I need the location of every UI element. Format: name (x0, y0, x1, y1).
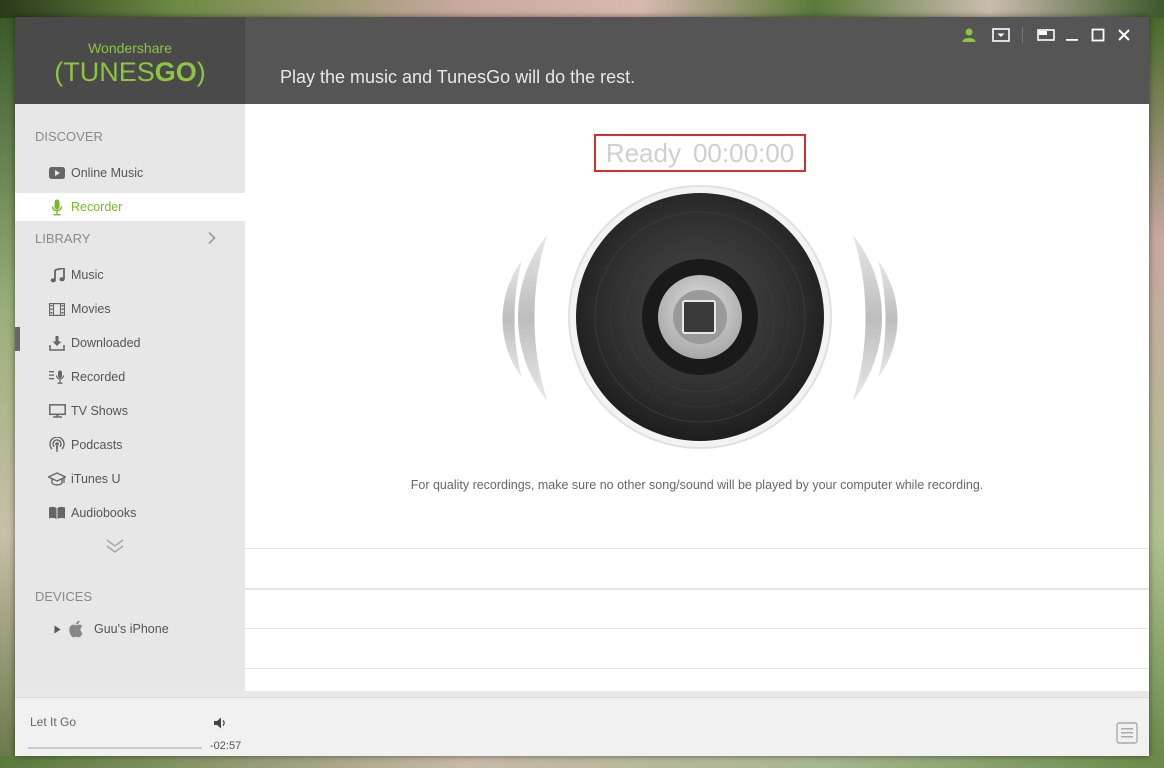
music-note-icon (48, 267, 66, 283)
sidebar-item-downloaded[interactable]: Downloaded (15, 329, 245, 357)
control-separator (1022, 27, 1023, 43)
desktop-wallpaper-bottom (0, 756, 1164, 768)
player-bar: Let It Go -02:57 (15, 697, 1149, 756)
tunesgo-window: Wondershare (TUNESGO) Play the music and… (15, 17, 1149, 756)
recorded-icon (48, 369, 66, 385)
remaining-time: -02:57 (210, 740, 242, 752)
dropdown-icon[interactable] (990, 25, 1012, 45)
section-devices: DEVICES (35, 589, 93, 604)
sidebar-scroll-marker (15, 327, 20, 351)
recorder-panel: Ready 00:00:00 For quality recordings, m… (245, 104, 1149, 691)
graduation-cap-icon (48, 471, 66, 487)
recording-hint: For quality recordings, make sure no oth… (410, 478, 984, 492)
section-library: LIBRARY (35, 231, 91, 246)
header-bar (245, 17, 1149, 104)
sidebar-item-label: Podcasts (71, 438, 123, 452)
sidebar-item-recorded[interactable]: Recorded (15, 363, 245, 391)
logo-panel: Wondershare (TUNESGO) (15, 17, 245, 104)
podcast-icon (48, 437, 66, 453)
stop-record-button[interactable] (682, 300, 716, 334)
sound-wave-right-outer (852, 234, 882, 402)
sidebar-item-audiobooks[interactable]: Audiobooks (15, 499, 245, 527)
close-icon[interactable] (1113, 25, 1135, 45)
volume-icon[interactable] (213, 715, 229, 729)
film-icon (48, 301, 66, 317)
list-divider (245, 668, 1149, 669)
sidebar-item-online-music[interactable]: Online Music (15, 159, 245, 187)
desktop-wallpaper-left (0, 18, 15, 756)
sidebar: DISCOVER Online Music Recorder LIBRARY M… (15, 104, 245, 691)
expand-arrow-icon[interactable] (54, 624, 62, 634)
desktop-wallpaper-top (0, 0, 1164, 18)
sidebar-item-label: iTunes U (71, 472, 121, 486)
tagline: Play the music and TunesGo will do the r… (280, 67, 636, 87)
book-icon (48, 505, 66, 521)
microphone-icon (48, 199, 66, 215)
mini-mode-icon[interactable] (1035, 25, 1057, 45)
sidebar-item-label: Recorder (71, 200, 123, 214)
desktop-wallpaper-right (1149, 18, 1164, 756)
sound-wave-left-outer (518, 234, 548, 402)
sidebar-item-label: Recorded (71, 370, 126, 384)
sidebar-item-itunes-u[interactable]: iTunes U (15, 465, 245, 493)
download-icon (48, 335, 66, 351)
list-divider (245, 548, 1149, 549)
list-divider (245, 628, 1149, 629)
youtube-icon (48, 165, 66, 181)
minimize-icon[interactable] (1061, 25, 1083, 45)
device-label: Guu's iPhone (94, 622, 169, 636)
brand-logo: (TUNESGO) (54, 57, 206, 87)
status-text: Ready (605, 137, 681, 168)
sidebar-item-recorder[interactable]: Recorder (15, 193, 245, 221)
sidebar-item-tv-shows[interactable]: TV Shows (15, 397, 245, 425)
maximize-icon[interactable] (1087, 25, 1109, 45)
sidebar-item-label: Downloaded (71, 336, 141, 350)
show-more-icon[interactable] (105, 538, 125, 554)
sidebar-item-label: Online Music (71, 166, 144, 180)
user-icon[interactable] (958, 25, 980, 45)
brand-bold: GO (154, 57, 197, 87)
tv-icon (48, 403, 66, 419)
sidebar-item-movies[interactable]: Movies (15, 295, 245, 323)
sidebar-item-label: Movies (71, 302, 111, 316)
sidebar-item-label: Audiobooks (71, 506, 137, 520)
track-title: Let It Go (30, 715, 77, 729)
brand-light: TUNES (63, 57, 155, 87)
playlist-icon[interactable] (1116, 722, 1138, 744)
brand-wondershare: Wondershare (88, 40, 172, 56)
sidebar-item-podcasts[interactable]: Podcasts (15, 431, 245, 459)
list-divider (245, 588, 1149, 590)
section-discover: DISCOVER (35, 129, 103, 144)
library-expand-icon[interactable] (205, 230, 219, 245)
sidebar-item-music[interactable]: Music (15, 261, 245, 289)
playback-progress[interactable] (28, 747, 202, 749)
timer-text: 00:00:00 (692, 137, 795, 168)
sidebar-item-label: TV Shows (71, 404, 128, 418)
apple-icon (69, 620, 85, 638)
device-item-iphone[interactable]: Guu's iPhone (15, 615, 245, 643)
sidebar-item-label: Music (71, 268, 104, 282)
recording-status: Ready 00:00:00 (594, 134, 806, 172)
